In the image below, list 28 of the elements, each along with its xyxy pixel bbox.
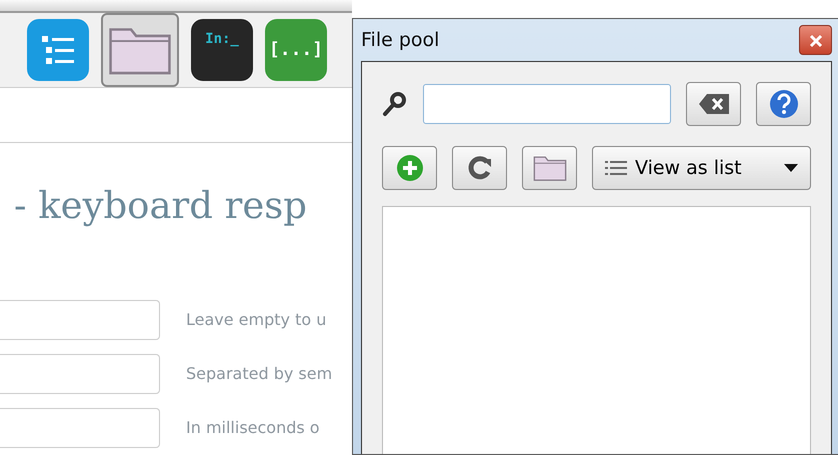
add-button[interactable] [382,146,437,190]
field-hint: In milliseconds o [186,417,320,439]
backspace-icon [698,93,730,115]
plus-icon [396,154,424,182]
folder-button[interactable] [522,146,577,190]
page-heading: - keyboard resp [14,182,308,228]
help-icon [768,89,798,119]
text-field[interactable] [0,408,160,448]
close-button[interactable] [799,25,832,55]
field-hint: Leave empty to u [186,309,326,331]
text-field[interactable] [0,354,160,394]
brackets-tool-button[interactable]: [...] [265,18,327,81]
refresh-button[interactable] [452,146,507,190]
dialog-title: File pool [361,28,440,53]
field-hint: Separated by sem [186,363,332,385]
caret-icon [784,164,798,172]
clear-button[interactable] [686,82,741,126]
close-icon [808,34,822,48]
search-field[interactable] [423,84,671,124]
help-button[interactable] [756,82,811,126]
view-dropdown[interactable]: View as list [592,146,811,190]
list-icon [605,160,627,176]
list-tool-button[interactable] [27,18,89,81]
console-tool-button[interactable]: In:_ [191,18,253,81]
text-field[interactable] [0,300,160,340]
folder-tool-button[interactable] [101,12,179,87]
search-icon [382,91,408,117]
refresh-icon [466,155,492,181]
